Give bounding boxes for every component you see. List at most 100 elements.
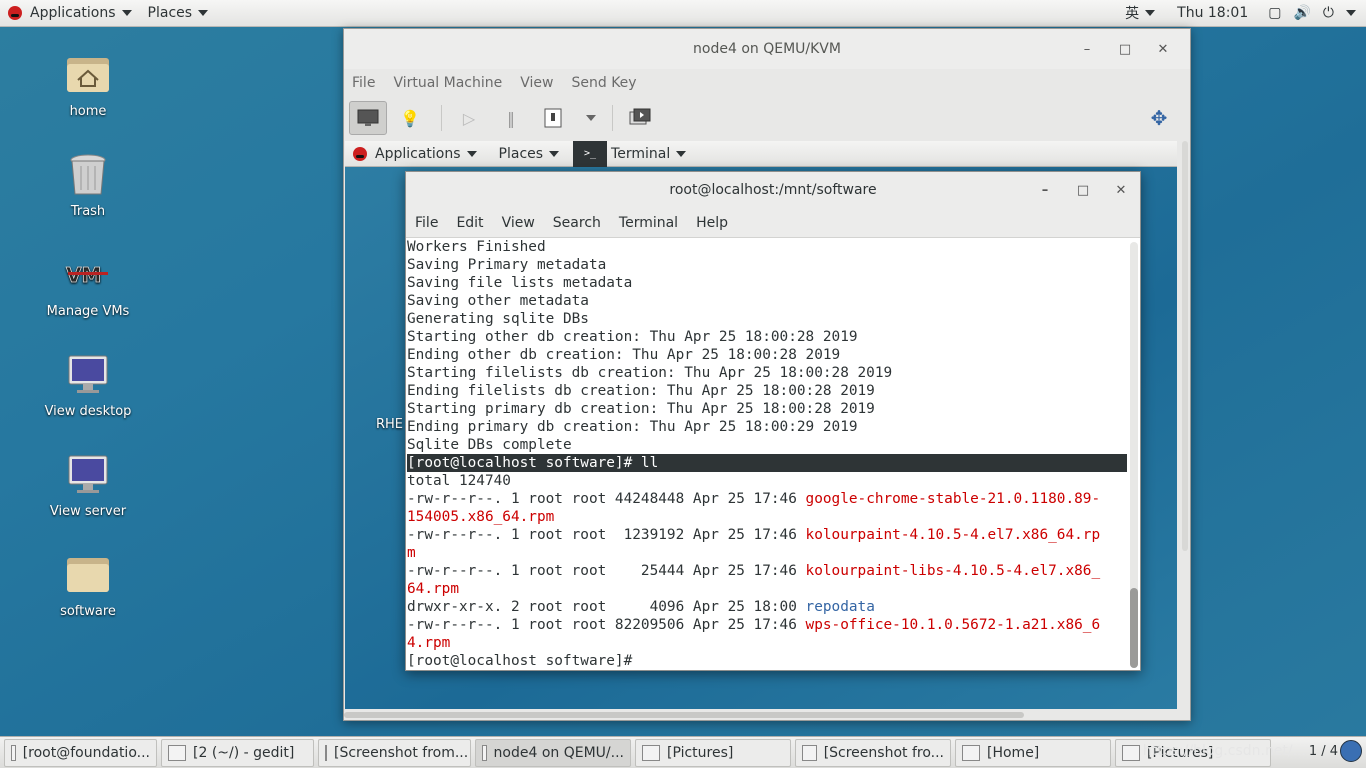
menu-file[interactable]: File — [352, 75, 383, 91]
taskbar-button[interactable]: node4 on QEMU/... — [475, 738, 631, 767]
pause-icon: ‖ — [507, 108, 515, 128]
minimize-icon[interactable]: – — [1068, 42, 1106, 57]
shutdown-menu-button[interactable] — [576, 101, 600, 135]
terminal-line: drwxr-xr-x. 2 root root 4096 Apr 25 18:0… — [407, 598, 1127, 616]
terminal-line-text: Workers Finished — [407, 239, 546, 255]
chevron-down-icon — [549, 150, 560, 157]
menu-edit[interactable]: Edit — [456, 215, 483, 231]
minimize-icon[interactable]: – — [1026, 183, 1064, 198]
console-view-button[interactable] — [349, 101, 387, 135]
terminal-line: Saving other metadata — [407, 292, 1127, 310]
run-button[interactable]: ▷ — [450, 101, 488, 135]
virt-manager-icon — [482, 744, 487, 761]
terminal-line: -rw-r--r--. 1 root root 25444 Apr 25 17:… — [407, 562, 1127, 580]
terminal-scrollbar-thumb[interactable] — [1130, 588, 1138, 668]
applications-menu[interactable]: Applications — [0, 0, 140, 27]
guest-places-label: Places — [498, 145, 544, 162]
terminal-title: root@localhost:/mnt/software — [669, 182, 877, 198]
folder-icon — [67, 558, 109, 592]
workspace-indicator[interactable]: 1 / 4 — [1309, 744, 1338, 759]
desktop-icon-label: View desktop — [44, 404, 132, 419]
desktop-icon-home[interactable]: home — [28, 50, 148, 119]
menu-help[interactable]: Help — [696, 215, 728, 231]
input-method-label: 英 — [1125, 6, 1140, 22]
terminal-line: Generating sqlite DBs — [407, 310, 1127, 328]
input-method-menu[interactable]: 英 — [1117, 0, 1163, 27]
taskbar-button[interactable]: [Screenshot fro... — [795, 738, 951, 767]
file-name: kolourpaint-libs-4.10.5-4.el7.x86_ — [805, 563, 1101, 579]
vm-window-titlebar[interactable]: node4 on QEMU/KVM – □ ✕ — [344, 29, 1190, 69]
terminal-line-text: [root@localhost software]# ll — [407, 455, 659, 471]
maximize-icon[interactable]: □ — [1064, 183, 1102, 198]
close-icon[interactable]: ✕ — [1144, 42, 1182, 57]
menu-file[interactable]: File — [415, 215, 438, 231]
chevron-down-icon[interactable] — [1346, 10, 1356, 16]
power-icon[interactable]: ⏻ — [1317, 5, 1340, 21]
guest-top-panel: Applications Places >_ Terminal — [345, 141, 1177, 167]
terminal-line: Workers Finished — [407, 238, 1127, 256]
guest-places-menu[interactable]: Places — [485, 141, 568, 167]
file-name: 4.rpm — [407, 635, 451, 651]
clock[interactable]: Thu 18:01 — [1163, 0, 1262, 27]
text-editor-icon — [168, 744, 186, 761]
lightbulb-icon: 💡 — [400, 108, 420, 128]
terminal-scrollbar[interactable] — [1130, 242, 1138, 668]
snapshot-icon — [629, 108, 651, 125]
desktop-icon-view-desktop[interactable]: View desktop — [28, 350, 148, 419]
guest-applications-menu[interactable]: Applications — [345, 141, 485, 167]
terminal-line: Sqlite DBs complete — [407, 436, 1127, 454]
desktop-icon-view-server[interactable]: View server — [28, 450, 148, 519]
monitor-icon — [357, 109, 379, 126]
file-name: wps-office-10.1.0.5672-1.a21.x86_6 — [805, 617, 1101, 633]
vm-vertical-scrollbar[interactable] — [1182, 141, 1188, 551]
desktop-icon-label: View server — [49, 504, 127, 519]
menu-terminal[interactable]: Terminal — [619, 215, 678, 231]
shutdown-button[interactable] — [534, 101, 572, 135]
file-attributes: -rw-r--r--. 1 root root 44248448 Apr 25 … — [407, 491, 806, 507]
screenshot-icon — [802, 744, 817, 761]
menu-search[interactable]: Search — [553, 215, 601, 231]
play-icon: ▷ — [462, 108, 476, 128]
desktop-icon-label: home — [69, 104, 107, 119]
places-menu[interactable]: Places — [140, 0, 217, 27]
taskbar-button[interactable]: [Screenshot from... — [318, 738, 471, 767]
terminal-line: 4.rpm — [407, 634, 1127, 652]
taskbar-button[interactable]: [Home] — [955, 738, 1111, 767]
menu-view[interactable]: View — [520, 75, 561, 91]
power-off-icon — [544, 108, 562, 128]
close-icon[interactable]: ✕ — [1102, 183, 1140, 198]
terminal-line: total 124740 — [407, 472, 1127, 490]
screenshot-icon — [325, 744, 327, 761]
workspace-switcher-icon[interactable] — [1340, 740, 1362, 762]
fullscreen-button[interactable]: ✥ — [1140, 101, 1178, 135]
menu-send-key[interactable]: Send Key — [571, 75, 644, 91]
terminal-line-text: Saving file lists metadata — [407, 275, 633, 291]
screen-icon[interactable]: ▢ — [1262, 5, 1287, 21]
snapshots-button[interactable] — [621, 101, 659, 135]
toolbar-separator — [612, 105, 613, 131]
menu-virtual-machine[interactable]: Virtual Machine — [393, 75, 510, 91]
desktop-icon-software[interactable]: software — [28, 550, 148, 619]
desktop-icon-trash[interactable]: Trash — [28, 150, 148, 219]
terminal-line: 154005.x86_64.rpm — [407, 508, 1127, 526]
terminal-titlebar[interactable]: root@localhost:/mnt/software – □ ✕ — [406, 172, 1140, 208]
file-manager-icon — [1122, 744, 1140, 761]
details-view-button[interactable]: 💡 — [391, 101, 429, 135]
file-name: repodata — [805, 599, 875, 615]
menu-view[interactable]: View — [502, 215, 535, 231]
taskbar-button[interactable]: [Pictures] — [635, 738, 791, 767]
desktop-icon-manage-vms[interactable]: VM Manage VMs — [28, 250, 148, 319]
chevron-down-icon — [1145, 10, 1156, 16]
terminal-output[interactable]: Workers Finished Saving Primary metadata S… — [407, 238, 1127, 670]
file-attributes: -rw-r--r--. 1 root root 25444 Apr 25 17:… — [407, 563, 806, 579]
taskbar-button[interactable]: [root@foundatio... — [4, 738, 157, 767]
maximize-icon[interactable]: □ — [1106, 42, 1144, 57]
volume-icon[interactable]: 🔊 — [1287, 5, 1316, 21]
monitor-icon — [68, 455, 108, 493]
pause-button[interactable]: ‖ — [492, 101, 530, 135]
file-attributes: -rw-r--r--. 1 root root 1239192 Apr 25 1… — [407, 527, 806, 543]
vm-horizontal-scrollbar[interactable] — [344, 712, 1024, 718]
guest-terminal-menu[interactable]: >_ Terminal — [567, 141, 694, 167]
taskbar-button[interactable]: [2 (~/) - gedit] — [161, 738, 314, 767]
terminal-line: -rw-r--r--. 1 root root 44248448 Apr 25 … — [407, 490, 1127, 508]
